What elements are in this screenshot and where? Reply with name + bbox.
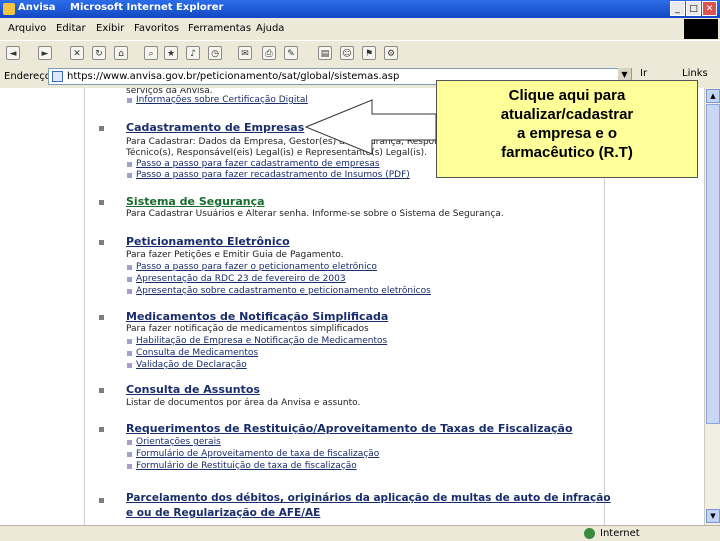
callout-arrow-icon xyxy=(304,99,437,155)
